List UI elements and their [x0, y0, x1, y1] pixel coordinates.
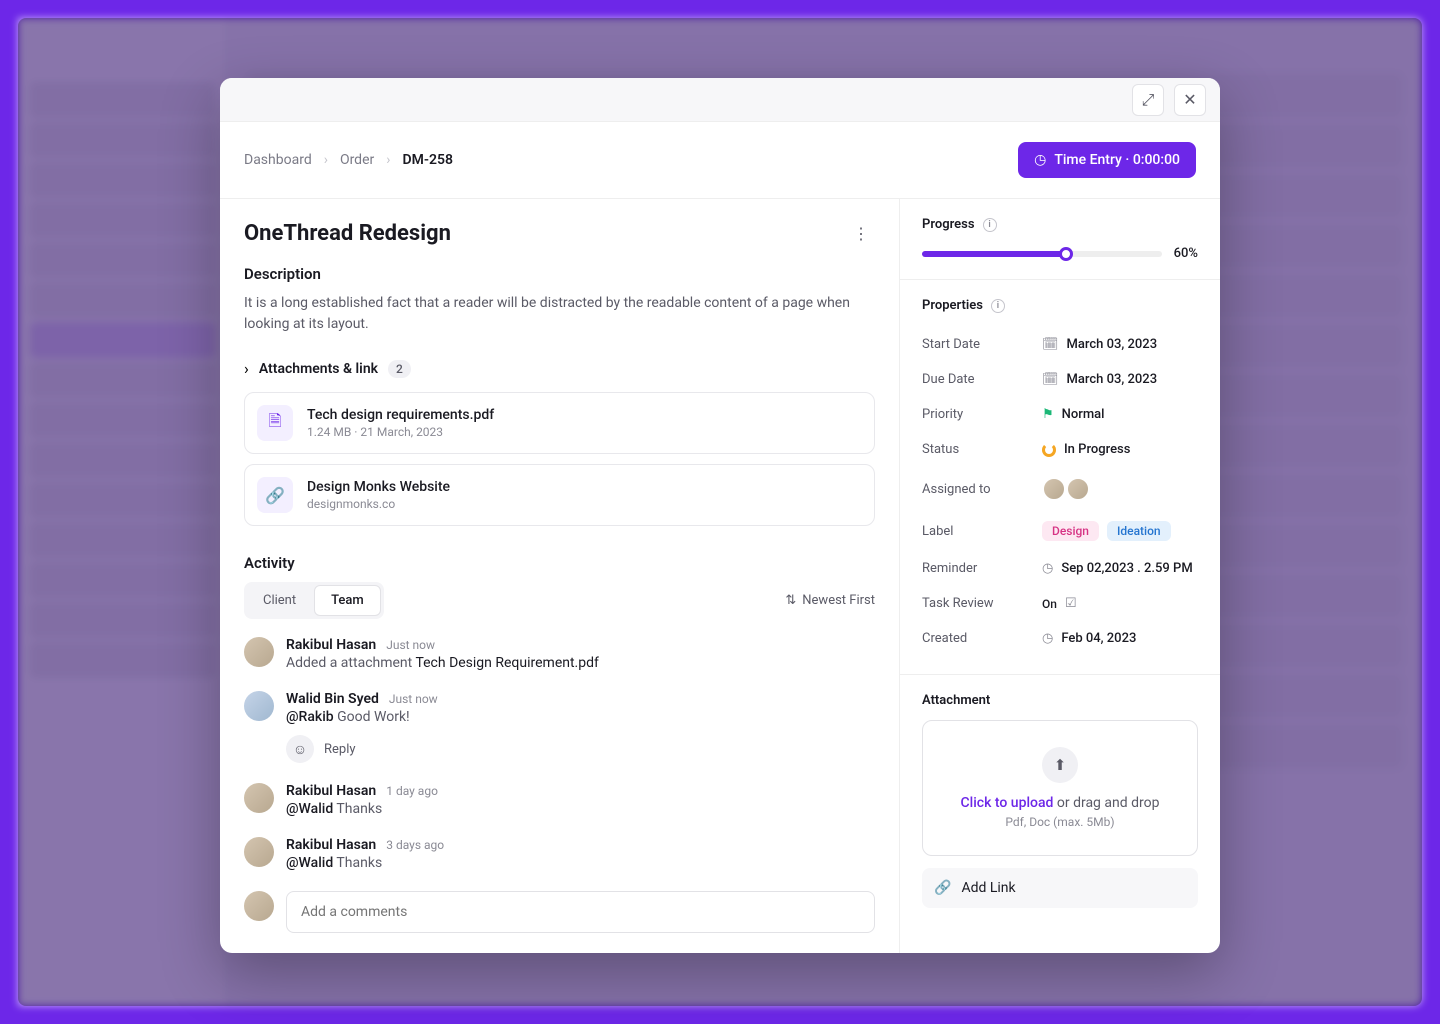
comment-input[interactable] — [286, 891, 875, 933]
dots-vertical-icon: ⋮ — [853, 224, 869, 243]
activity-label: Activity — [244, 554, 875, 572]
file-icon: 🗎 — [257, 405, 293, 441]
attachment-link[interactable]: 🔗 Design Monks Website designmonks.co — [244, 464, 875, 526]
clock-icon: ◷ — [1042, 561, 1053, 576]
prop-priority[interactable]: Priority ⚑Normal — [922, 397, 1198, 432]
close-button[interactable]: ✕ — [1174, 84, 1206, 116]
avatar — [244, 837, 274, 867]
prop-status[interactable]: Status In Progress — [922, 432, 1198, 467]
activity-sort-button[interactable]: ⇅ Newest First — [785, 593, 875, 608]
expand-icon: ⤢ — [1142, 90, 1155, 110]
modal-overlay: ⤢ ✕ Dashboard › Order › DM-258 ◷ Time En… — [18, 18, 1422, 1006]
avatar — [1042, 477, 1066, 501]
tab-client[interactable]: Client — [247, 585, 312, 616]
avatar — [244, 783, 274, 813]
modal-topbar: ⤢ ✕ — [220, 78, 1220, 122]
clock-icon: ◷ — [1042, 631, 1053, 646]
calendar-icon: 🗓 — [1042, 337, 1059, 352]
task-title: OneThread Redesign — [244, 221, 451, 246]
progress-label: Progress — [922, 217, 975, 232]
activity-item: Rakibul Hasan 1 day ago @Walid Thanks — [244, 783, 875, 817]
main-column: OneThread Redesign ⋮ Description It is a… — [220, 199, 900, 953]
avatar — [244, 637, 274, 667]
activity-item: Walid Bin Syed Just now @Rakib Good Work… — [244, 691, 875, 763]
upload-dropzone[interactable]: ⬆ Click to upload or drag and drop Pdf, … — [922, 720, 1198, 856]
chevron-right-icon: › — [244, 359, 249, 378]
calendar-icon: 🗓 — [1042, 372, 1059, 387]
link-icon: 🔗 — [934, 880, 951, 896]
attachment-file[interactable]: 🗎 Tech design requirements.pdf 1.24 MB ·… — [244, 392, 875, 454]
time-entry-button[interactable]: ◷ Time Entry · 0:00:00 — [1018, 142, 1196, 178]
chevron-right-icon: › — [324, 152, 328, 168]
prop-reminder[interactable]: Reminder ◷Sep 02,2023 . 2.59 PM — [922, 551, 1198, 586]
more-menu-button[interactable]: ⋮ — [847, 219, 875, 247]
activity-item: Rakibul Hasan 3 days ago @Walid Thanks — [244, 837, 875, 871]
description-label: Description — [244, 265, 875, 283]
prop-task-review[interactable]: Task Review On☑ — [922, 586, 1198, 621]
prop-created: Created ◷Feb 04, 2023 — [922, 621, 1198, 656]
task-modal: ⤢ ✕ Dashboard › Order › DM-258 ◷ Time En… — [220, 78, 1220, 953]
activity-tabs: Client Team — [244, 582, 384, 619]
progress-value: 60% — [1174, 246, 1198, 261]
tab-team[interactable]: Team — [314, 585, 381, 616]
emoji-button[interactable]: ☺ — [286, 735, 314, 763]
avatar — [244, 891, 274, 921]
link-icon: 🔗 — [257, 477, 293, 513]
sort-icon: ⇅ — [785, 593, 796, 608]
avatar — [244, 691, 274, 721]
properties-label: Properties — [922, 298, 983, 313]
side-column: Progress i 60% Properties i — [900, 199, 1220, 953]
attachments-count: 2 — [388, 360, 411, 378]
label-tag-design: Design — [1042, 521, 1099, 541]
label-tag-ideation: Ideation — [1107, 521, 1171, 541]
prop-start-date[interactable]: Start Date 🗓March 03, 2023 — [922, 327, 1198, 362]
close-icon: ✕ — [1183, 90, 1196, 109]
prop-label[interactable]: Label Design Ideation — [922, 511, 1198, 551]
flag-icon: ⚑ — [1042, 407, 1054, 422]
avatar — [1066, 477, 1090, 501]
modal-header: Dashboard › Order › DM-258 ◷ Time Entry … — [220, 122, 1220, 199]
chevron-right-icon: › — [386, 152, 390, 168]
check-icon: ☑ — [1065, 596, 1077, 611]
status-icon — [1042, 443, 1056, 457]
info-icon[interactable]: i — [983, 218, 997, 232]
add-link-button[interactable]: 🔗 Add Link — [922, 868, 1198, 908]
expand-button[interactable]: ⤢ — [1132, 84, 1164, 116]
upload-icon: ⬆ — [1054, 756, 1067, 774]
clock-icon: ◷ — [1034, 152, 1046, 168]
breadcrumb: Dashboard › Order › DM-258 — [244, 152, 453, 168]
crumb-root[interactable]: Dashboard — [244, 152, 312, 168]
description-text: It is a long established fact that a rea… — [244, 293, 875, 335]
info-icon[interactable]: i — [991, 299, 1005, 313]
crumb-mid[interactable]: Order — [340, 152, 374, 168]
prop-due-date[interactable]: Due Date 🗓March 03, 2023 — [922, 362, 1198, 397]
crumb-current: DM-258 — [402, 152, 453, 168]
activity-item: Rakibul Hasan Just now Added a attachmen… — [244, 637, 875, 671]
attachments-toggle[interactable]: › Attachments & link 2 — [244, 359, 875, 378]
prop-assigned[interactable]: Assigned to — [922, 467, 1198, 511]
attachment-panel-label: Attachment — [922, 693, 990, 708]
reply-button[interactable]: Reply — [324, 742, 356, 757]
progress-slider[interactable] — [922, 251, 1162, 257]
